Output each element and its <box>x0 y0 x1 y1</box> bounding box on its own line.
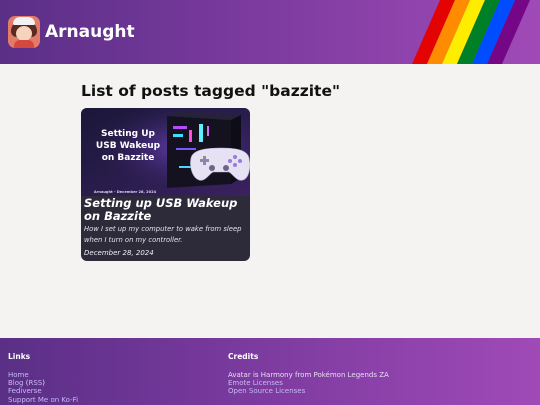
footer-link-emote-licenses[interactable]: Emote Licenses <box>228 379 283 387</box>
post-thumbnail-image: Setting Up USB Wakeup on Bazzite Arnaugh… <box>81 108 250 196</box>
footer-link-blog[interactable]: Blog <box>8 379 23 387</box>
footer-avatar-credit: Avatar is Harmony from Pokémon Legends Z… <box>228 371 389 379</box>
footer-links-heading: Links <box>8 352 31 361</box>
footer-link-fediverse[interactable]: Fediverse <box>8 387 42 395</box>
page-title: List of posts tagged "bazzite" <box>81 82 341 100</box>
footer-link-open-source-licenses[interactable]: Open Source Licenses <box>228 387 305 395</box>
footer-paren-close: ) <box>42 379 45 388</box>
footer-link-kofi[interactable]: Support Me on Ko-Fi <box>8 396 78 404</box>
footer-credits-heading: Credits <box>228 352 259 361</box>
site-header: Arnaught <box>0 0 540 64</box>
site-footer: Links Home Blog (RSS) Fediverse Support … <box>0 338 540 405</box>
post-date: December 28, 2024 <box>84 249 154 257</box>
rainbow-stripes <box>412 0 530 64</box>
main-content: List of posts tagged "bazzite" <box>81 82 461 100</box>
post-card[interactable]: Setting Up USB Wakeup on Bazzite Arnaugh… <box>81 108 250 261</box>
thumbnail-line-2: USB Wakeup <box>96 141 161 151</box>
thumbnail-line-3: on Bazzite <box>102 153 155 163</box>
footer-link-home[interactable]: Home <box>8 371 29 379</box>
footer-link-rss[interactable]: RSS <box>28 379 42 387</box>
footer-links-section: Links Home Blog (RSS) Fediverse Support … <box>8 352 78 404</box>
post-title: Setting up USB Wakeup on Bazzite <box>84 196 238 223</box>
thumbnail-byline: Arnaught - December 28, 2024 <box>94 190 157 194</box>
post-description: How I set up my computer to wake from sl… <box>84 225 242 244</box>
thumbnail-line-1: Setting Up <box>101 129 156 139</box>
footer-credits-section: Credits Avatar is Harmony from Pokémon L… <box>228 352 389 396</box>
